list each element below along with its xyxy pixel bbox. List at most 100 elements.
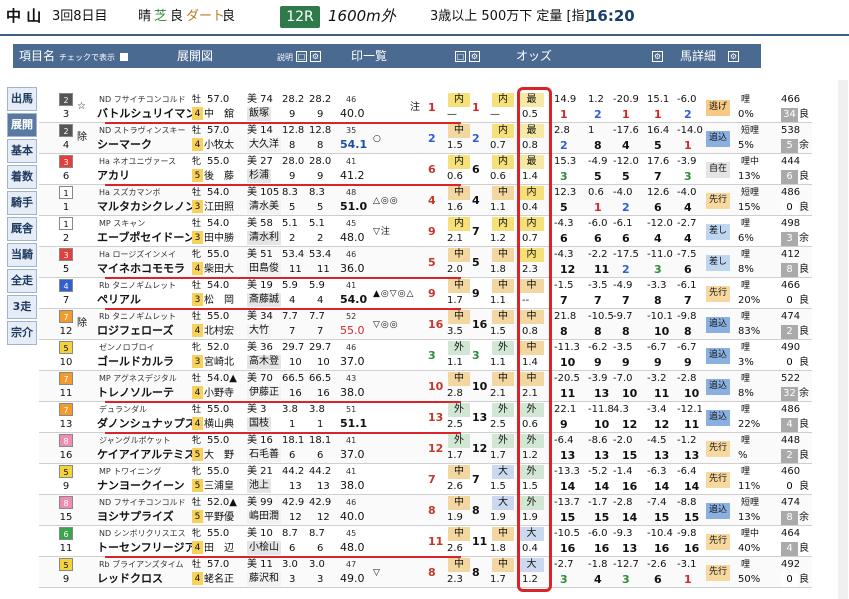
- cell-b2: 大: [492, 496, 514, 510]
- cell-sty: 先行: [706, 441, 730, 457]
- cell-c5: -2.8: [677, 373, 697, 384]
- cell-ov: 1.5: [522, 481, 538, 492]
- scrollbar[interactable]: [838, 80, 848, 599]
- entry-row[interactable]: 12MP スキャンMPエーブポセイドーン牡354.0田中勝美 58清水利5.15…: [39, 216, 812, 247]
- cell-name[interactable]: レッドクロス: [97, 572, 163, 586]
- entry-row[interactable]: 611ND シンボリクリスエスNDトーセンフリージア牝455.0田 辺美 10小…: [39, 526, 812, 557]
- cell-b2: 内: [492, 155, 514, 169]
- side-tab[interactable]: 当騎: [7, 243, 37, 267]
- entry-row[interactable]: 59MP トワイニングMPナンヨークイーン牝555.0三浦皇美 21池上44.2…: [39, 464, 812, 495]
- cell-t2: 5.1: [309, 218, 325, 229]
- cell-name[interactable]: アカリ: [97, 169, 130, 183]
- cell-sty: 差し: [706, 224, 730, 240]
- side-tab[interactable]: 騎手: [7, 191, 37, 215]
- side-tab[interactable]: 着数: [7, 165, 37, 189]
- cell-name[interactable]: ゴールドカルラ: [97, 355, 174, 369]
- entry-row[interactable]: 24除ND ストラヴィンスキーNDシーマーク牡457.0小牧太美 14大久洋12…: [39, 123, 812, 154]
- cell-d2: 16: [594, 542, 610, 555]
- cell-name[interactable]: エーブポセイドーン: [97, 231, 195, 245]
- settings-icon[interactable]: ⚙: [652, 51, 664, 62]
- cell-c2: -3.5: [588, 280, 608, 291]
- entry-row[interactable]: 712除Rb タニノギムレットRbロジフェローズ牡455.0北村宏美 34大竹7…: [39, 309, 812, 340]
- cell-weight: 498: [781, 218, 801, 229]
- cell-trn: 高木登: [247, 355, 281, 369]
- cell-trn: 斎藤誠: [247, 293, 281, 307]
- side-tab[interactable]: 厩舎: [7, 217, 37, 241]
- cell-n1: 4: [472, 194, 480, 207]
- cell-v1: 1.1: [447, 357, 463, 368]
- cell-ob: 大: [519, 527, 544, 541]
- frame-number: 6: [59, 527, 73, 540]
- cell-t1: 66.5: [282, 373, 305, 384]
- highlight-line: [105, 401, 461, 403]
- cell-c4: -2.6: [647, 559, 667, 570]
- side-tab[interactable]: 3走: [7, 295, 37, 319]
- cell-sex: 牝: [192, 467, 202, 477]
- cell-n1: 5: [472, 256, 480, 269]
- cell-d1: 3: [560, 573, 568, 586]
- cell-nb: 4: [428, 194, 436, 207]
- cell-c1: -11.3: [554, 342, 580, 353]
- cell-v2: 1.8: [490, 543, 506, 554]
- cell-ob: 内: [519, 217, 544, 231]
- entry-row[interactable]: 5 10 ゼンノロブロイ ゴールドカルラ牝 3 52.0 宮崎北美 36 高木登 29.7 29.…: [39, 340, 812, 371]
- cell-name[interactable]: トレノソルーテ: [97, 386, 174, 400]
- cell-b1: 内: [448, 93, 470, 107]
- settings-icon[interactable]: ⚙: [310, 51, 322, 62]
- cell-c5: -3.1: [677, 559, 697, 570]
- checkbox-icon[interactable]: [120, 52, 129, 61]
- entry-row[interactable]: 711MP アグネスデジタルMPトレノソルーテ牡454.0▲小野寺美 70伊藤正…: [39, 371, 812, 402]
- cell-name[interactable]: ロジフェローズ: [97, 324, 173, 338]
- entry-row[interactable]: 47Rb タニノギムレットRbペリアル牡354.0松 岡美 19斎藤誠5.95.…: [39, 278, 812, 309]
- frame-number: 7: [59, 372, 73, 385]
- cell-t1: 5.9: [282, 280, 298, 291]
- cell-name[interactable]: ダノンシュナップス: [97, 417, 196, 431]
- entry-row[interactable]: 35Ha ロージズインメイHaマイネホコモモラ牝455.0柴田大美 51田島俊5…: [39, 247, 812, 278]
- side-tab[interactable]: 基本: [7, 139, 37, 163]
- settings-icon[interactable]: ⚙: [728, 51, 740, 62]
- cell-name[interactable]: ペリアル: [97, 293, 141, 307]
- side-tab[interactable]: 宗介: [7, 321, 37, 345]
- cell-name[interactable]: ナンヨークイーン: [97, 479, 184, 493]
- cell-od1: 46: [346, 498, 357, 507]
- entry-row[interactable]: 36Ha ネオユニヴァースHaアカリ牝555.0後 藤美 27杉浦28.028.…: [39, 154, 812, 185]
- cell-ln: 哩: [741, 250, 751, 260]
- cell-sire: MP スキャン: [99, 219, 146, 228]
- frame-number: 3: [59, 248, 73, 261]
- entry-row[interactable]: 59Rb ブライアンズタイムRbレッドクロス牡457.0蛯名正美 11藤沢和3.…: [39, 557, 812, 588]
- horse-number: 4: [62, 140, 70, 151]
- cell-p1: 2: [289, 233, 296, 244]
- cell-d3: 6: [622, 232, 630, 245]
- side-tab[interactable]: 展開: [7, 113, 37, 137]
- cell-name[interactable]: ヨシサプライズ: [97, 510, 174, 524]
- cell-gd: 6: [781, 170, 798, 184]
- cell-b1: 中: [448, 372, 470, 386]
- cell-name[interactable]: マルタカシクレノン: [97, 200, 196, 214]
- cell-d2: 4: [594, 573, 602, 586]
- settings-icon[interactable]: ⚙: [469, 51, 481, 62]
- cell-name[interactable]: マイネホコモモラ: [97, 262, 185, 276]
- cell-weight: 492: [781, 559, 801, 570]
- entry-row[interactable]: 815ND フサイチコンコルドNDヨシサプライズ牡552.0▲平野優美 99嶋田…: [39, 495, 812, 526]
- expand-icon[interactable]: □: [455, 51, 467, 62]
- cell-d3: 1: [622, 108, 630, 121]
- entry-row[interactable]: 23☆ND フサイチコンコルドNDバトルシュリイマン牡457.0中 舘美 74飯…: [39, 92, 812, 123]
- cell-c3: -4.0: [613, 187, 633, 198]
- entry-row[interactable]: 7 13 デュランダル ダノンシュナップス牡 4 55.0 横山典美 3 国枝 3.8 3.8 1 1…: [39, 402, 812, 433]
- cell-n1: 11: [472, 535, 488, 548]
- cell-name[interactable]: シーマーク: [97, 138, 152, 152]
- cell-od2: 40.0: [340, 510, 365, 523]
- cell-name[interactable]: ケイアイアルテミス: [97, 448, 195, 462]
- side-tab[interactable]: 全走: [7, 269, 37, 293]
- cell-c1: -13.3: [554, 466, 580, 477]
- cell-gd: 8: [781, 511, 798, 525]
- expand-icon[interactable]: □: [296, 51, 308, 62]
- entry-row[interactable]: 11Ha スズカマンボHaマルタカシクレノン牡354.0江田照美 105清水美8…: [39, 185, 812, 216]
- cell-c2: 1: [588, 125, 595, 136]
- cell-name[interactable]: トーセンフリージア: [97, 541, 195, 555]
- side-menu: 出馬 展開 基本 着数 騎手 厩舎 当騎 全走 3走 宗介: [7, 87, 37, 347]
- side-tab[interactable]: 出馬: [7, 87, 37, 111]
- entry-row[interactable]: 8 16 ジャングルポケット ケイアイアルテミス牝 5 55.0 大 野美 16 石毛善 18.…: [39, 433, 812, 464]
- cell-trn: 田島俊: [247, 262, 281, 276]
- cell-name[interactable]: バトルシュリイマン: [97, 107, 196, 121]
